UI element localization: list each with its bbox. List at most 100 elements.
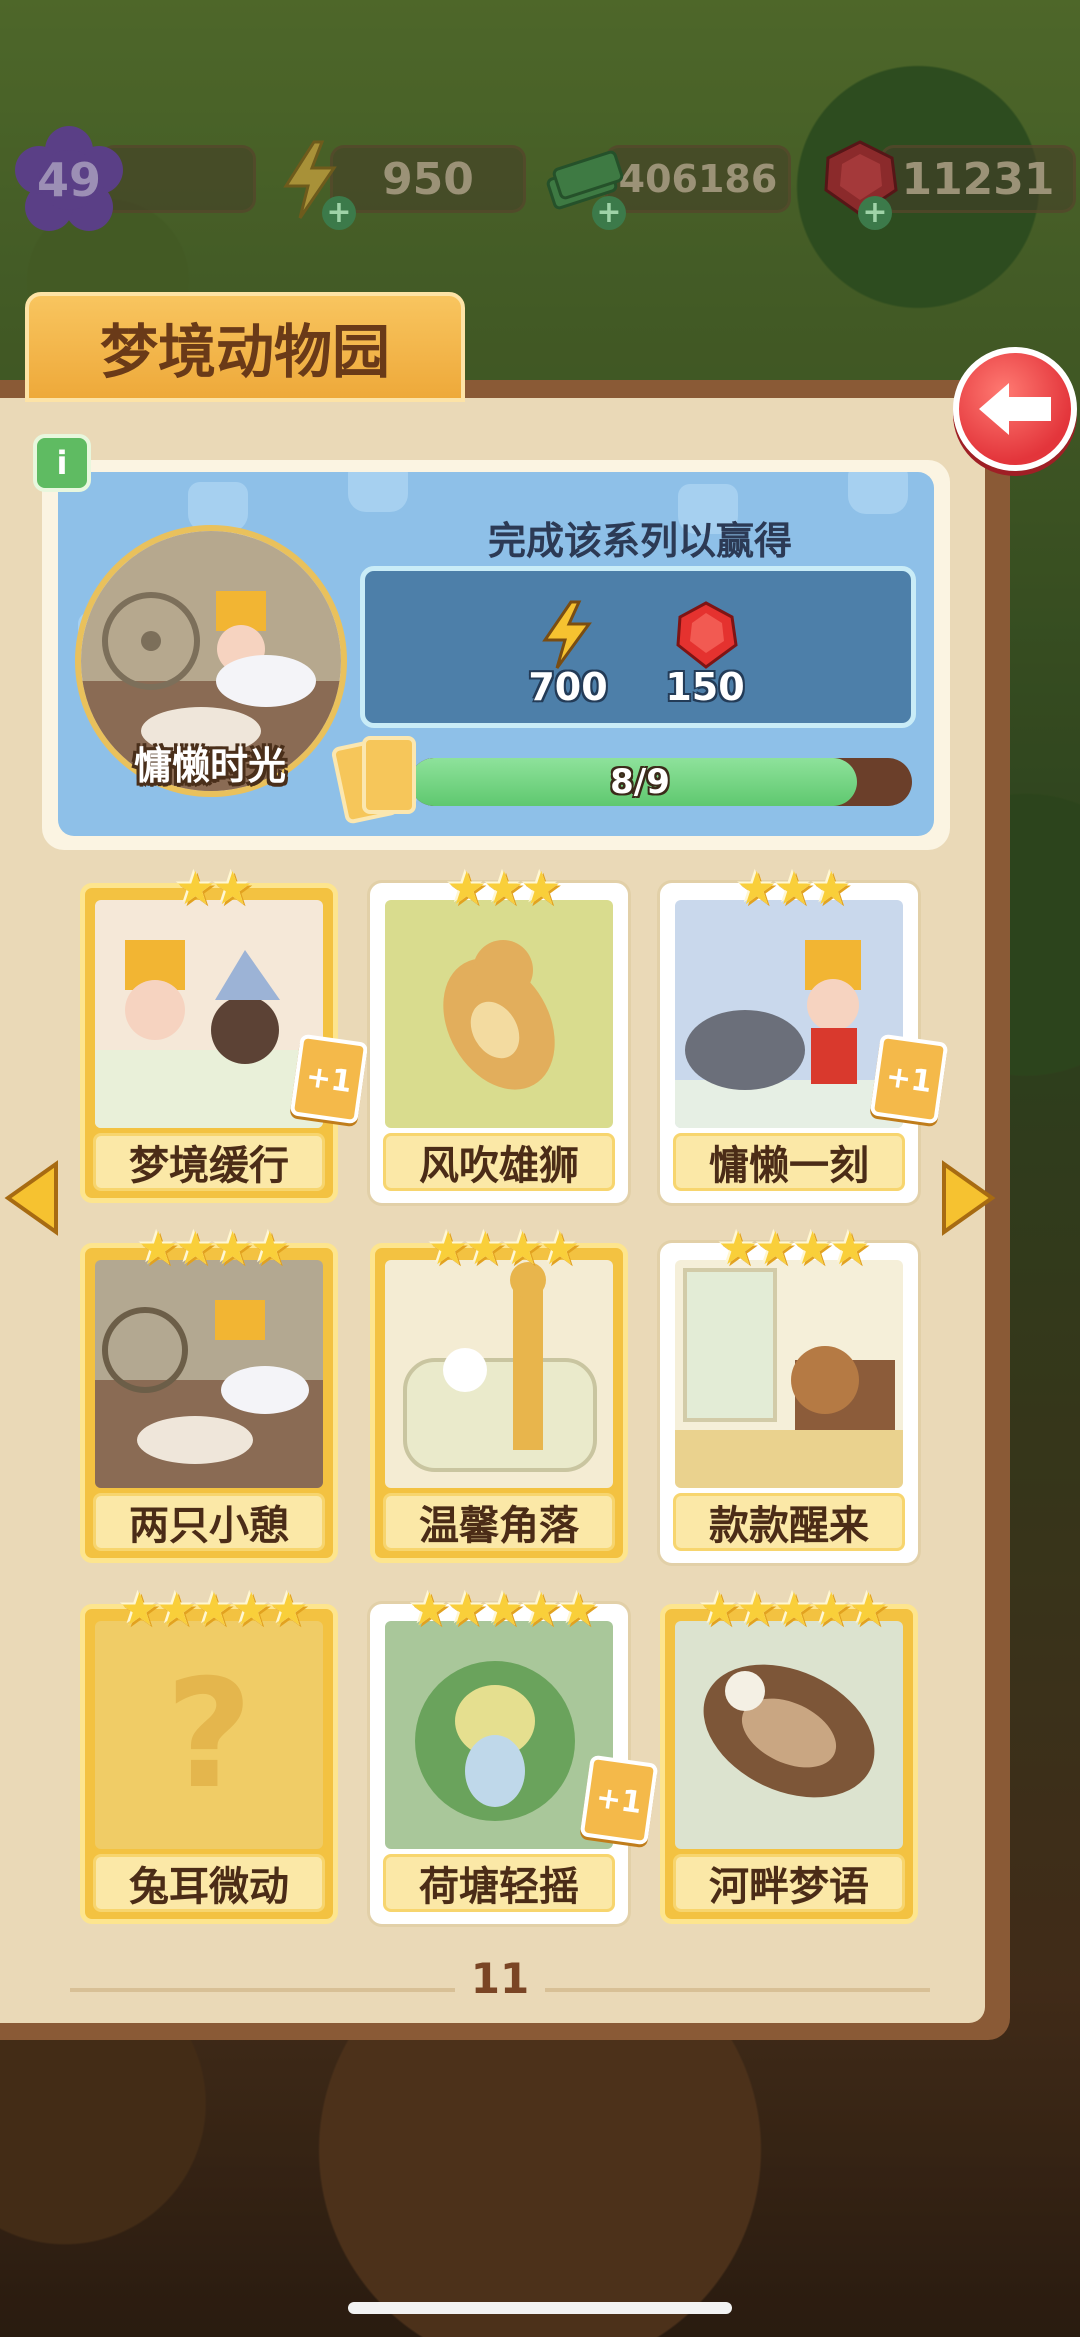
duplicate-count-badge: +1 <box>869 1033 949 1125</box>
card-stars: ★ ★ ★ ★ ★ <box>655 1582 933 1636</box>
star-icon: ★ <box>847 1582 890 1636</box>
card-3[interactable]: 慵懒一刻 ★ ★ ★ +1 <box>660 865 949 1203</box>
card-art <box>675 900 903 1128</box>
previous-page-button[interactable] <box>4 1160 60 1236</box>
card-label: 慵懒一刻 <box>673 1133 905 1191</box>
card-label: 梦境缓行 <box>93 1133 325 1191</box>
card-label: 款款醒来 <box>673 1493 905 1551</box>
collection-name: 慵懒时光 <box>133 744 286 788</box>
star-icon: ★ <box>810 861 852 915</box>
star-icon: ★ <box>698 1582 741 1636</box>
card-9[interactable]: 河畔梦语 ★ ★ ★ ★ ★ <box>660 1586 918 1924</box>
star-icon: ★ <box>773 861 815 915</box>
star-icon: ★ <box>792 1221 834 1275</box>
card-4[interactable]: 两只小憩 ★ ★ ★ ★ <box>80 1225 338 1563</box>
card-stars: ★ ★ ★ ★ ★ <box>365 1582 643 1636</box>
card-art <box>385 900 613 1128</box>
star-icon: ★ <box>773 1582 815 1636</box>
cash-value: 406186 <box>618 157 778 201</box>
cash-counter[interactable]: 406186 <box>605 145 791 213</box>
panel-title: 梦境动物园 <box>25 292 465 402</box>
card-art-locked: ? <box>95 1621 323 1849</box>
info-button[interactable]: i <box>33 434 91 492</box>
ruby-icon <box>673 600 739 670</box>
card-art <box>675 1621 903 1849</box>
star-icon: ★ <box>446 861 488 915</box>
progress-text: 8/9 <box>610 762 670 802</box>
card-stars: ★ ★ ★ ★ <box>75 1221 353 1275</box>
card-label: 兔耳微动 <box>93 1854 325 1912</box>
reward-energy-amount: 700 <box>528 665 608 709</box>
card-8[interactable]: 荷塘轻摇 ★ ★ ★ ★ ★ +1 <box>370 1586 659 1924</box>
star-icon: ★ <box>754 1221 796 1275</box>
card-label: 荷塘轻摇 <box>383 1854 615 1912</box>
card-art <box>675 1260 903 1488</box>
level-flower-icon: 49 <box>14 125 124 235</box>
star-icon: ★ <box>446 1582 488 1636</box>
star-icon: ★ <box>212 861 254 915</box>
star-icon: ★ <box>829 1221 871 1275</box>
add-energy-button[interactable]: + <box>322 196 356 230</box>
card-stars: ★ ★ ★ ★ ★ <box>75 1582 353 1636</box>
level-value: 49 <box>36 153 101 207</box>
duplicate-count-badge: +1 <box>579 1754 659 1846</box>
reward-title: 完成该系列以赢得 <box>487 519 792 563</box>
card-label: 两只小憩 <box>93 1493 325 1551</box>
star-icon: ★ <box>539 1221 581 1275</box>
star-icon: ★ <box>137 1221 179 1275</box>
back-arrow-icon <box>979 383 1051 435</box>
star-icon: ★ <box>736 1582 778 1636</box>
duplicate-count-badge: +1 <box>289 1033 369 1125</box>
star-icon: ★ <box>717 1221 759 1275</box>
star-icon: ★ <box>557 1582 600 1636</box>
add-cash-button[interactable]: + <box>592 196 626 230</box>
back-button[interactable] <box>953 347 1077 471</box>
card-stars: ★ ★ <box>75 861 353 915</box>
star-icon: ★ <box>483 1582 525 1636</box>
star-icon: ★ <box>249 1221 291 1275</box>
card-2[interactable]: 风吹雄狮 ★ ★ ★ <box>370 865 628 1203</box>
star-icon: ★ <box>267 1582 310 1636</box>
gems-counter[interactable]: 11231 <box>880 145 1076 213</box>
card-art <box>385 1621 613 1849</box>
energy-value: 950 <box>382 153 474 205</box>
star-icon: ★ <box>230 1582 272 1636</box>
card-1[interactable]: 梦境缓行 ★ ★ +1 <box>80 865 369 1203</box>
card-6[interactable]: 款款醒来 ★ ★ ★ ★ <box>660 1225 918 1563</box>
card-7[interactable]: ? 兔耳微动 ★ ★ ★ ★ ★ <box>80 1586 338 1924</box>
card-stars: ★ ★ ★ <box>365 861 643 915</box>
star-icon: ★ <box>736 861 778 915</box>
card-5[interactable]: 温馨角落 ★ ★ ★ ★ <box>370 1225 628 1563</box>
locked-question-mark: ? <box>165 1648 253 1822</box>
card-stars: ★ ★ ★ ★ <box>655 1221 933 1275</box>
energy-counter[interactable]: 950 <box>330 145 526 213</box>
next-page-button[interactable] <box>940 1160 996 1236</box>
reward-gems-amount: 150 <box>665 665 745 709</box>
reward-box <box>360 566 916 728</box>
star-icon: ★ <box>118 1582 161 1636</box>
star-icon: ★ <box>212 1221 254 1275</box>
star-icon: ★ <box>502 1221 544 1275</box>
card-art <box>95 1260 323 1488</box>
star-icon: ★ <box>408 1582 451 1636</box>
star-icon: ★ <box>810 1582 852 1636</box>
gems-value: 11231 <box>901 153 1055 205</box>
add-gems-button[interactable]: + <box>858 196 892 230</box>
card-stars: ★ ★ ★ ★ <box>365 1221 643 1275</box>
card-label: 风吹雄狮 <box>383 1133 615 1191</box>
star-icon: ★ <box>427 1221 469 1275</box>
card-label: 温馨角落 <box>383 1493 615 1551</box>
star-icon: ★ <box>156 1582 198 1636</box>
page-number: 11 <box>455 1948 545 2008</box>
star-icon: ★ <box>520 1582 562 1636</box>
star-icon: ★ <box>464 1221 506 1275</box>
card-label: 河畔梦语 <box>673 1854 905 1912</box>
card-stars: ★ ★ ★ <box>655 861 933 915</box>
card-art <box>95 900 323 1128</box>
star-icon: ★ <box>174 861 216 915</box>
lightning-icon <box>537 600 597 670</box>
home-indicator[interactable] <box>348 2302 732 2314</box>
star-icon: ★ <box>193 1582 235 1636</box>
star-icon: ★ <box>520 861 562 915</box>
star-icon: ★ <box>483 861 525 915</box>
